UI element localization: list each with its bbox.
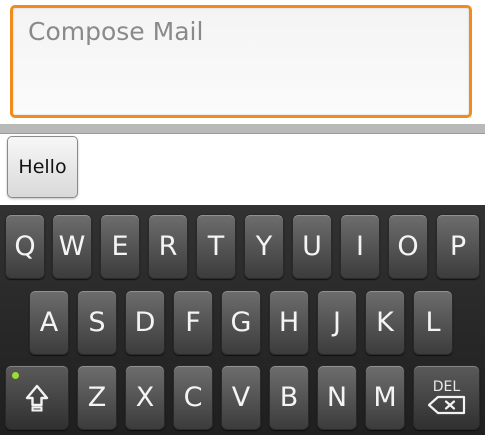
shift-indicator <box>12 372 19 379</box>
key-q[interactable]: Q <box>5 214 45 279</box>
key-p[interactable]: P <box>436 214 480 279</box>
compose-area: Compose Mail <box>0 0 485 124</box>
key-h[interactable]: H <box>269 290 309 355</box>
key-x[interactable]: X <box>125 365 165 430</box>
key-k[interactable]: K <box>365 290 405 355</box>
key-e[interactable]: E <box>100 214 140 279</box>
key-t[interactable]: T <box>196 214 236 279</box>
compose-mail-field[interactable]: Compose Mail <box>10 5 472 118</box>
delete-label: DEL <box>432 378 461 395</box>
key-m[interactable]: M <box>365 365 405 430</box>
key-b[interactable]: B <box>269 365 309 430</box>
key-f[interactable]: F <box>173 290 213 355</box>
key-u[interactable]: U <box>292 214 332 279</box>
key-g[interactable]: G <box>221 290 261 355</box>
soft-keyboard: Q W E R T Y U I O P A S D F G H J K L Z … <box>0 205 485 435</box>
key-n[interactable]: N <box>317 365 357 430</box>
key-y[interactable]: Y <box>244 214 284 279</box>
key-a[interactable]: A <box>29 290 69 355</box>
key-z[interactable]: Z <box>77 365 117 430</box>
compose-mail-placeholder: Compose Mail <box>28 17 204 46</box>
key-v[interactable]: V <box>221 365 261 430</box>
key-w[interactable]: W <box>52 214 92 279</box>
key-r[interactable]: R <box>148 214 188 279</box>
suggestion-hello-button[interactable]: Hello <box>7 136 78 198</box>
key-o[interactable]: O <box>388 214 428 279</box>
suggestion-strip: Hello <box>0 134 485 204</box>
key-l[interactable]: L <box>413 290 453 355</box>
shift-key[interactable] <box>5 365 69 430</box>
key-d[interactable]: D <box>125 290 165 355</box>
divider-bar <box>0 124 485 134</box>
key-s[interactable]: S <box>77 290 117 355</box>
shift-arrow-icon <box>25 384 49 411</box>
backspace-icon <box>427 395 465 414</box>
delete-key[interactable]: DEL <box>413 365 480 430</box>
key-j[interactable]: J <box>317 290 357 355</box>
key-c[interactable]: C <box>173 365 213 430</box>
key-i[interactable]: I <box>340 214 380 279</box>
